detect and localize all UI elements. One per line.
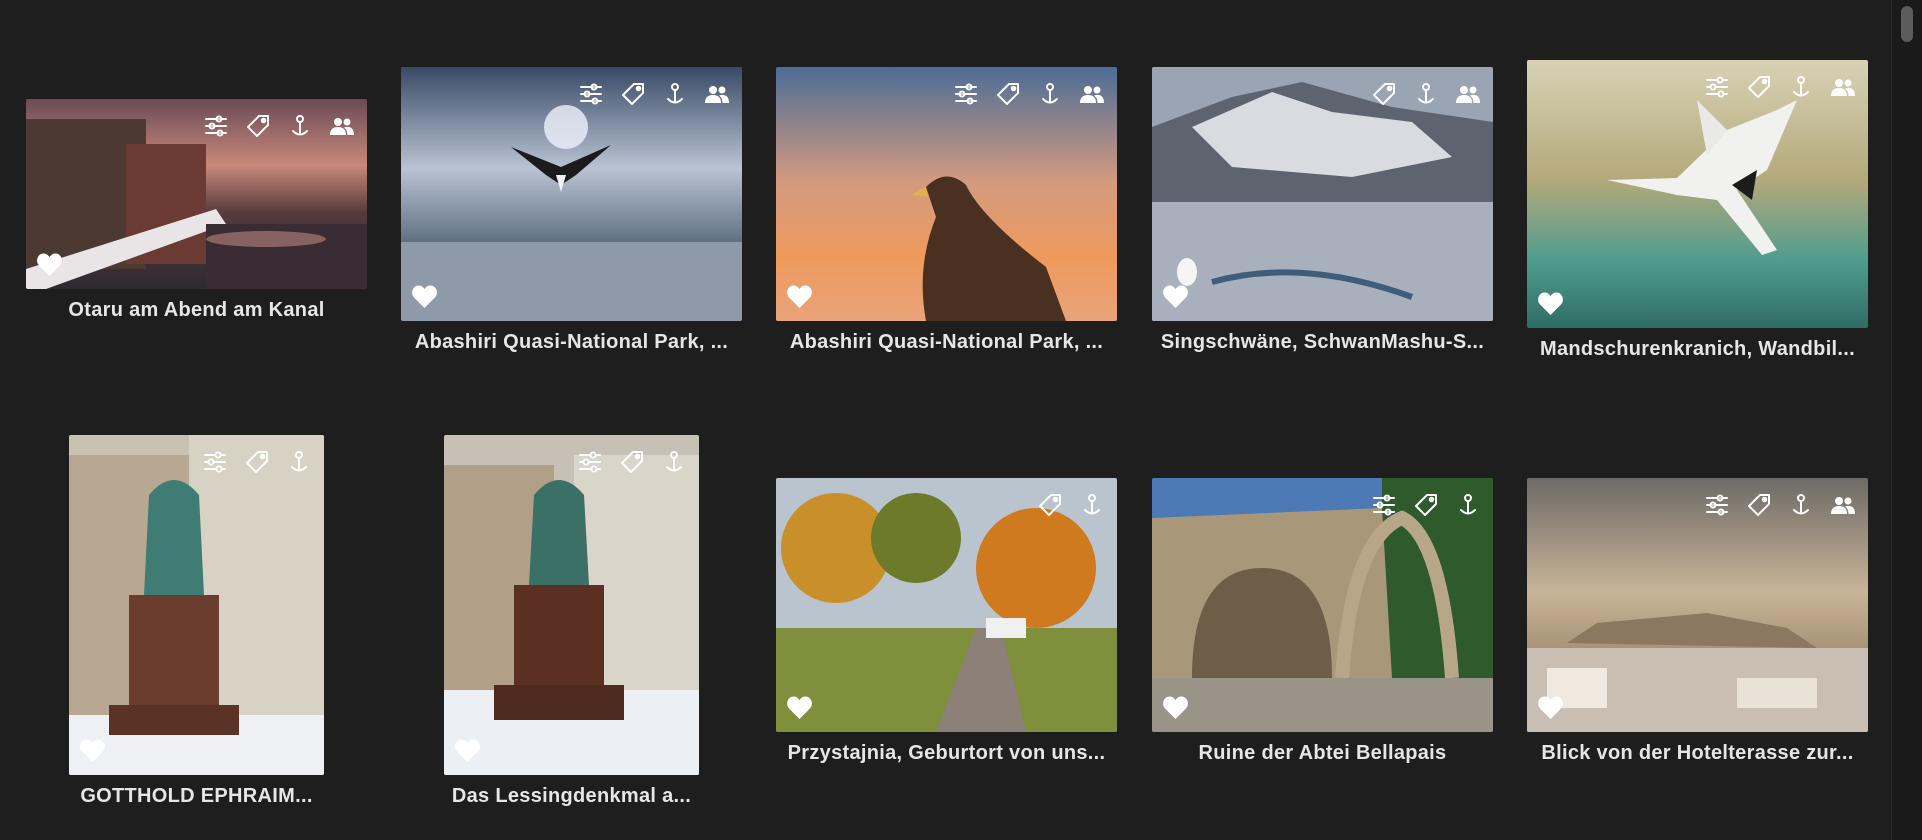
people-icon[interactable] [1830, 492, 1856, 518]
photo-thumbnail[interactable] [1152, 67, 1493, 321]
location-pin-icon[interactable] [662, 81, 688, 107]
favorite-button[interactable] [786, 695, 813, 720]
adjustments-icon[interactable] [577, 449, 603, 475]
heart-icon [1162, 695, 1189, 720]
tag-icon[interactable] [1746, 492, 1772, 518]
photo-thumbnail[interactable] [776, 67, 1117, 321]
photo-thumbnail[interactable] [444, 435, 699, 775]
tag-icon[interactable] [245, 113, 271, 139]
photo-status-icons [202, 449, 312, 475]
adjustments-icon[interactable] [953, 81, 979, 107]
tag-icon[interactable] [1371, 81, 1397, 107]
tag-icon[interactable] [619, 449, 645, 475]
people-icon[interactable] [1455, 81, 1481, 107]
heart-icon [36, 252, 63, 277]
photo-status-icons [1371, 81, 1481, 107]
photo-caption[interactable]: Otaru am Abend am Kanal [6, 299, 387, 322]
favorite-button[interactable] [786, 284, 813, 309]
heart-icon [786, 695, 813, 720]
heart-icon [1537, 695, 1564, 720]
favorite-button[interactable] [36, 252, 63, 277]
tag-icon[interactable] [1413, 492, 1439, 518]
heart-icon [454, 738, 481, 763]
photo-caption[interactable]: Ruine der Abtei Bellapais [1132, 742, 1513, 765]
photo-caption[interactable]: Abashiri Quasi-National Park, ... [381, 331, 762, 354]
photo-caption[interactable]: Przystajnia, Geburtort von uns... [756, 742, 1137, 765]
favorite-button[interactable] [1537, 695, 1564, 720]
adjustments-icon[interactable] [1704, 492, 1730, 518]
favorite-button[interactable] [411, 284, 438, 309]
photo-thumbnail[interactable] [1527, 478, 1868, 732]
photo-status-icons [578, 81, 730, 107]
photo-thumbnail[interactable] [1527, 60, 1868, 328]
photo-image [69, 435, 324, 775]
location-pin-icon[interactable] [286, 449, 312, 475]
people-icon[interactable] [704, 81, 730, 107]
tag-icon[interactable] [1746, 74, 1772, 100]
adjustments-icon[interactable] [203, 113, 229, 139]
photo-thumbnail[interactable] [401, 67, 742, 321]
location-pin-icon[interactable] [661, 449, 687, 475]
location-pin-icon[interactable] [1788, 492, 1814, 518]
favorite-button[interactable] [1537, 291, 1564, 316]
location-pin-icon[interactable] [1788, 74, 1814, 100]
photo-caption[interactable]: Das Lessingdenkmal a... [424, 785, 719, 808]
adjustments-icon[interactable] [202, 449, 228, 475]
photo-caption[interactable]: GOTTHOLD EPHRAIM... [49, 785, 344, 808]
adjustments-icon[interactable] [1371, 492, 1397, 518]
photo-status-icons [203, 113, 355, 139]
heart-icon [1537, 291, 1564, 316]
favorite-button[interactable] [1162, 284, 1189, 309]
location-pin-icon[interactable] [1037, 81, 1063, 107]
people-icon[interactable] [329, 113, 355, 139]
photo-status-icons [1704, 492, 1856, 518]
adjustments-icon[interactable] [1704, 74, 1730, 100]
vertical-scrollbar[interactable] [1891, 0, 1922, 840]
photo-thumbnail[interactable] [776, 478, 1117, 732]
tag-icon[interactable] [995, 81, 1021, 107]
photo-status-icons [953, 81, 1105, 107]
heart-icon [786, 284, 813, 309]
heart-icon [1162, 284, 1189, 309]
photo-status-icons [1704, 74, 1856, 100]
tag-icon[interactable] [620, 81, 646, 107]
tag-icon[interactable] [1037, 492, 1063, 518]
location-pin-icon[interactable] [287, 113, 313, 139]
adjustments-icon[interactable] [578, 81, 604, 107]
photo-grid: Otaru am Abend am Kanal Abashiri Quasi-N… [0, 0, 1892, 840]
location-pin-icon[interactable] [1079, 492, 1105, 518]
photo-thumbnail[interactable] [69, 435, 324, 775]
tag-icon[interactable] [244, 449, 270, 475]
photo-image [1527, 60, 1868, 328]
heart-icon [411, 284, 438, 309]
photo-image [444, 435, 699, 775]
heart-icon [79, 738, 106, 763]
photo-caption[interactable]: Mandschurenkranich, Wandbil... [1507, 338, 1888, 361]
favorite-button[interactable] [79, 738, 106, 763]
people-icon[interactable] [1830, 74, 1856, 100]
location-pin-icon[interactable] [1455, 492, 1481, 518]
photo-thumbnail[interactable] [1152, 478, 1493, 732]
photo-status-icons [1371, 492, 1481, 518]
location-pin-icon[interactable] [1413, 81, 1439, 107]
favorite-button[interactable] [454, 738, 481, 763]
people-icon[interactable] [1079, 81, 1105, 107]
photo-status-icons [577, 449, 687, 475]
photo-caption[interactable]: Blick von der Hotelterasse zur... [1507, 742, 1888, 765]
photo-caption[interactable]: Abashiri Quasi-National Park, ... [756, 331, 1137, 354]
scrollbar-thumb[interactable] [1901, 6, 1913, 42]
photo-status-icons [1037, 492, 1105, 518]
photo-thumbnail[interactable] [26, 99, 367, 289]
photo-caption[interactable]: Singschwäne, SchwanMashu-S... [1132, 331, 1513, 354]
favorite-button[interactable] [1162, 695, 1189, 720]
